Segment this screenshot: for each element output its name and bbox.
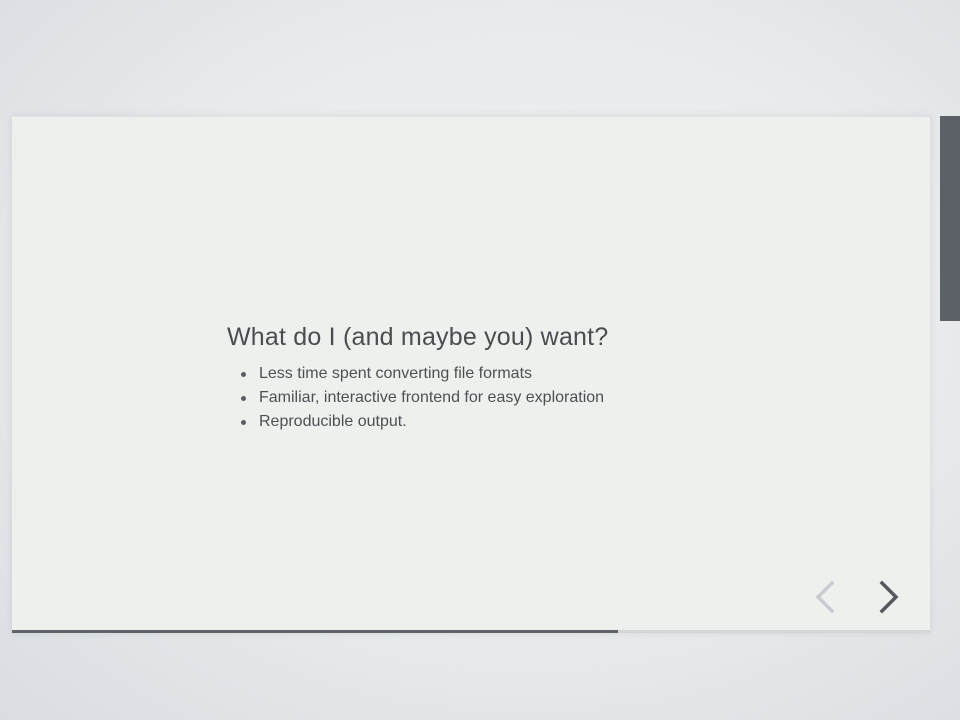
presentation-slide: What do I (and maybe you) want? Less tim… <box>12 116 930 633</box>
previous-slide-button[interactable] <box>808 577 844 617</box>
bullet-text: Familiar, interactive frontend for easy … <box>259 389 605 406</box>
bullet-icon <box>241 372 246 377</box>
scrollbar-thumb[interactable] <box>940 116 960 321</box>
slide-title: What do I (and maybe you) want? <box>227 323 609 351</box>
chevron-right-icon <box>879 580 899 614</box>
bullet-text: Less time spent converting file formats <box>259 365 533 382</box>
list-item: Less time spent converting file formats <box>227 362 787 386</box>
bullet-list: Less time spent converting file formats … <box>227 362 787 434</box>
scrollbar[interactable] <box>940 116 960 632</box>
bullet-icon <box>241 420 246 425</box>
chevron-left-icon <box>815 580 835 614</box>
bullet-icon <box>241 396 246 401</box>
next-slide-button[interactable] <box>872 577 908 617</box>
bullet-text: Reproducible output. <box>259 413 407 430</box>
slide-content: What do I (and maybe you) want? Less tim… <box>227 323 787 434</box>
list-item: Reproducible output. <box>227 410 787 434</box>
progress-bar <box>12 630 930 633</box>
list-item: Familiar, interactive frontend for easy … <box>227 386 787 410</box>
progress-fill <box>12 630 618 633</box>
